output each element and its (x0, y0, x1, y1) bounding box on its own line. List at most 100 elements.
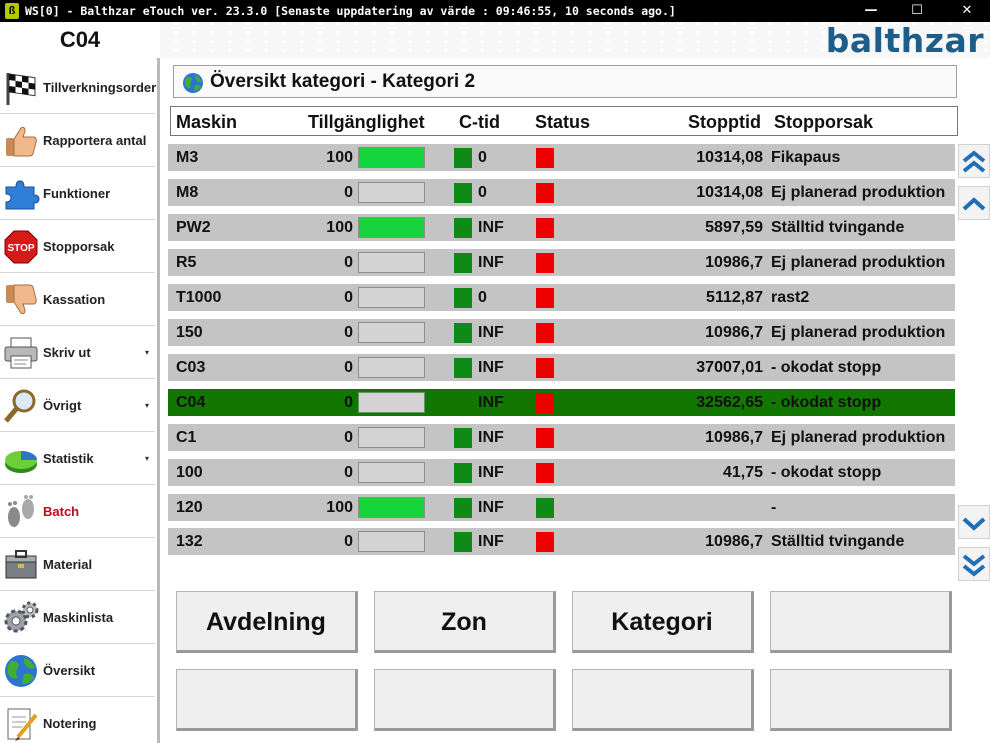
table-row[interactable]: M8 0 0 10314,08 Ej planerad produktion (168, 179, 955, 206)
ctid-indicator (454, 428, 472, 448)
sidebar-item-notering[interactable]: Notering (0, 697, 155, 743)
scroll-bottom-button[interactable] (958, 547, 990, 581)
status-indicator (536, 428, 554, 448)
empty-button[interactable] (572, 669, 754, 731)
chevron-up-icon (962, 197, 986, 211)
cell-tillganglighet: 0 (344, 254, 353, 271)
sidebar-item-stopporsak[interactable]: STOP Stopporsak (0, 220, 155, 273)
sidebar-item-statistik[interactable]: Statistik ▾ (0, 432, 155, 485)
cell-stopptid: 10314,08 (696, 184, 763, 201)
maximize-button[interactable]: ☐ (894, 0, 940, 22)
globe-icon (183, 73, 203, 93)
cell-stopptid: 10314,08 (696, 149, 763, 166)
cell-stopporsak: - (771, 499, 777, 516)
ctid-indicator (454, 218, 472, 238)
ctid-indicator (454, 323, 472, 343)
table-row[interactable]: 132 0 INF 10986,7 Ställtid tvingande (168, 528, 955, 555)
sidebar-item-funktioner[interactable]: Funktioner (0, 167, 155, 220)
scroll-top-button[interactable] (958, 144, 990, 178)
status-indicator (536, 148, 554, 168)
kategori-button[interactable]: Kategori (572, 591, 754, 653)
column-header-status: Status (535, 112, 591, 132)
cell-stopptid: 10986,7 (705, 324, 763, 341)
checkered-flag-icon (6, 73, 36, 105)
ctid-indicator (454, 253, 472, 273)
cell-tillganglighet: 100 (326, 499, 353, 516)
cell-stopporsak: rast2 (771, 289, 810, 306)
column-header-maskin: Maskin (176, 112, 238, 132)
cell-maskin: 132 (176, 533, 203, 550)
scroll-up-button[interactable] (958, 186, 990, 220)
empty-button[interactable] (770, 669, 952, 731)
cell-stopporsak: - okodat stopp (771, 359, 882, 376)
sidebar-item-maskinlista[interactable]: Maskinlista (0, 591, 155, 644)
cell-stopporsak: Ställtid tvingande (771, 219, 905, 236)
sidebar-item-material[interactable]: Material (0, 538, 155, 591)
thumbs-down-icon (6, 284, 37, 315)
puzzle-icon (5, 180, 40, 210)
sidebar-item-kassation[interactable]: Kassation (0, 273, 155, 326)
cell-ctid: INF (478, 499, 504, 516)
cell-stopptid: 32562,65 (696, 394, 763, 411)
app-window: ß WS[0] - Balthzar eTouch ver. 23.3.0 [S… (0, 0, 990, 743)
cell-maskin: C03 (176, 359, 206, 376)
cell-tillganglighet: 0 (344, 533, 353, 550)
empty-button[interactable] (374, 669, 556, 731)
cell-stopporsak: Ej planerad produktion (771, 254, 946, 271)
toolbox-icon (5, 550, 37, 579)
cell-tillganglighet: 0 (344, 394, 353, 411)
sidebar-item-skriv-ut[interactable]: Skriv ut ▾ (0, 326, 155, 379)
zon-button[interactable]: Zon (374, 591, 556, 653)
column-header-tillganglighet: Tillgänglighet (308, 112, 425, 132)
status-indicator (536, 498, 554, 518)
empty-button[interactable] (176, 669, 358, 731)
table-row[interactable]: 100 0 INF 41,75 - okodat stopp (168, 459, 955, 486)
table-row[interactable]: C1 0 INF 10986,7 Ej planerad produktion (168, 424, 955, 451)
cell-tillganglighet: 100 (326, 149, 353, 166)
sidebar-item-label: Batch (43, 504, 80, 519)
sidebar-item-label: Notering (43, 716, 97, 731)
table-row[interactable]: PW2 100 INF 5897,59 Ställtid tvingande (168, 214, 955, 241)
thumbs-up-icon (6, 126, 37, 157)
column-header-stopporsak: Stopporsak (774, 112, 874, 132)
table-row[interactable]: T1000 0 0 5112,87 rast2 (168, 284, 955, 311)
column-header-c-tid: C-tid (459, 112, 500, 132)
page-title: Översikt kategori - Kategori 2 (210, 71, 476, 92)
status-indicator (536, 288, 554, 308)
cell-maskin: M8 (176, 184, 199, 201)
avdelning-button[interactable]: Avdelning (176, 591, 358, 653)
status-indicator (536, 393, 554, 413)
minimize-button[interactable]: — (848, 0, 894, 22)
printer-icon (4, 337, 38, 369)
dropdown-arrow-icon: ▾ (144, 401, 149, 410)
sidebar-item-rapportera-antal[interactable]: Rapportera antal (0, 114, 155, 167)
table-row[interactable]: 120 100 INF - (168, 494, 955, 521)
table-row[interactable]: R5 0 INF 10986,7 Ej planerad produktion (168, 249, 955, 276)
stop-sign-icon: STOP (4, 230, 38, 264)
sidebar-item-label: Rapportera antal (43, 133, 147, 148)
table-row[interactable]: C03 0 INF 37007,01 - okodat stopp (168, 354, 955, 381)
close-button[interactable]: ✕ (944, 0, 990, 22)
table-row-selected[interactable]: C04 0 INF 32562,65 - okodat stopp (168, 389, 955, 416)
sidebar-item-batch[interactable]: Batch (0, 485, 155, 538)
svg-text:STOP: STOP (7, 243, 34, 254)
table-row[interactable]: M3 100 0 10314,08 Fikapaus (168, 144, 955, 171)
sidebar-item-tillverkningsorder[interactable]: Tillverkningsorder (0, 61, 156, 114)
cell-ctid: INF (478, 429, 504, 446)
sidebar-item-ovrigt[interactable]: Övrigt ▾ (0, 379, 155, 432)
sidebar-item-oversikt[interactable]: Översikt (0, 644, 155, 697)
double-chevron-up-icon (962, 150, 986, 173)
availability-bar (358, 392, 425, 413)
table-row[interactable]: 150 0 INF 10986,7 Ej planerad produktion (168, 319, 955, 346)
cell-tillganglighet: 0 (344, 184, 353, 201)
cell-tillganglighet: 0 (344, 324, 353, 341)
scroll-down-button[interactable] (958, 505, 990, 539)
empty-button[interactable] (770, 591, 952, 653)
cell-ctid: INF (478, 533, 504, 550)
cell-stopptid: 10986,7 (705, 254, 763, 271)
cell-maskin: 120 (176, 499, 203, 516)
cell-stopptid: 5112,87 (706, 289, 763, 306)
cell-ctid: 0 (478, 184, 487, 201)
availability-bar (358, 147, 425, 168)
cell-ctid: INF (478, 324, 504, 341)
